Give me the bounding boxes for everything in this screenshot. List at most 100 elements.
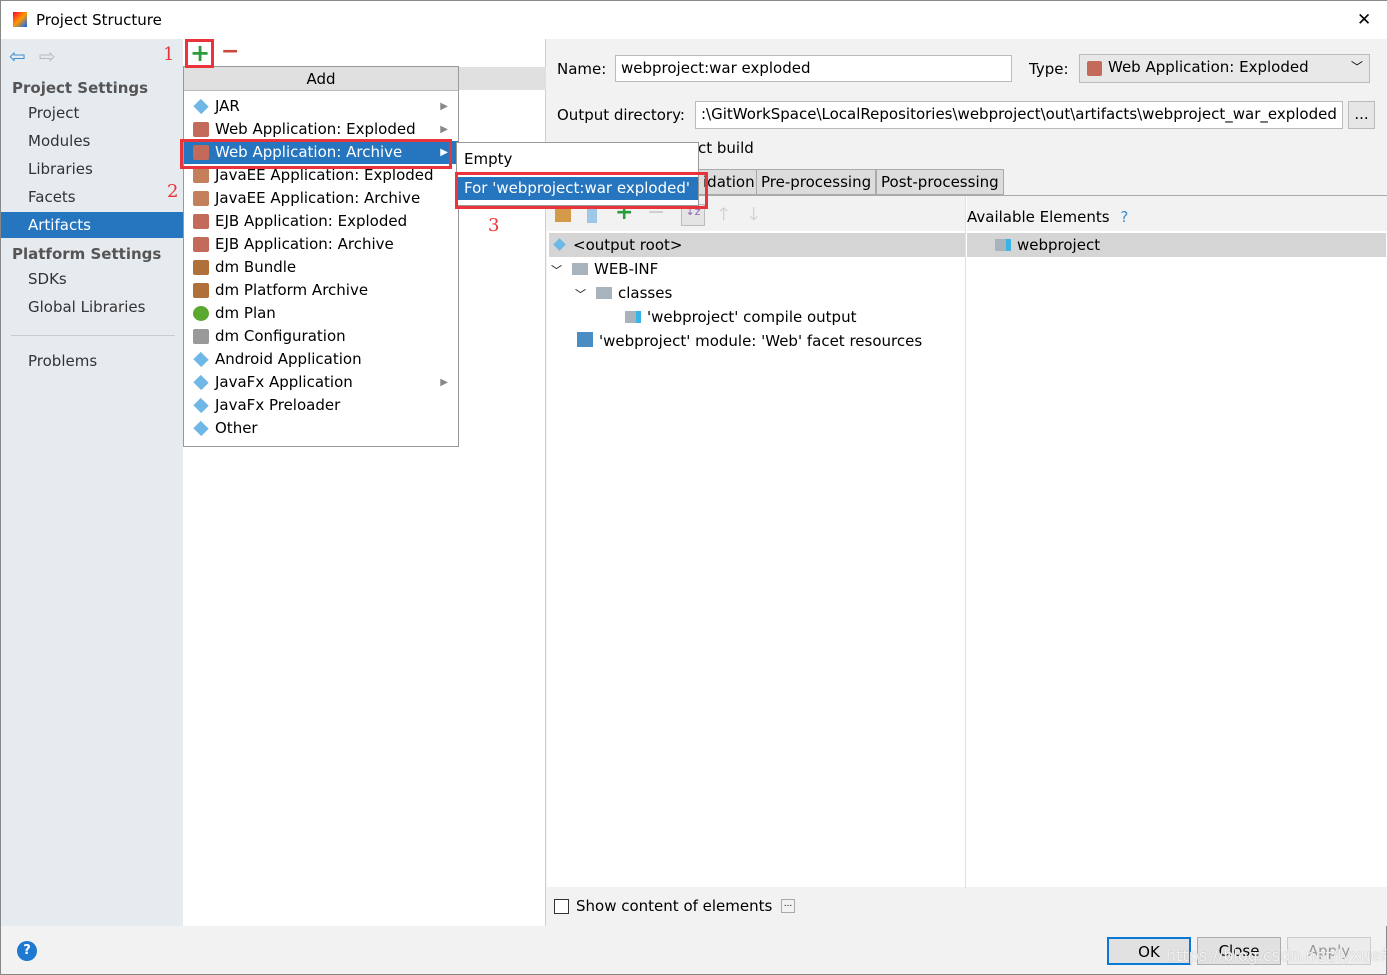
chevron-right-icon: ▶: [440, 124, 448, 135]
menu-item-ejb-application-archive[interactable]: EJB Application: Archive: [184, 233, 458, 256]
menu-item-label: EJB Application: Archive: [215, 235, 394, 253]
dm-config-icon: [193, 329, 209, 344]
tree-row-label: 'webproject' module: 'Web' facet resourc…: [599, 332, 923, 350]
close-icon[interactable]: ✕: [1357, 10, 1371, 30]
sidebar-item-global-libraries[interactable]: Global Libraries: [1, 294, 183, 320]
menu-item-jar[interactable]: JAR ▶: [184, 95, 458, 118]
help-button[interactable]: ?: [17, 941, 37, 961]
add-archive-icon[interactable]: [587, 207, 597, 223]
menu-item-dm-configuration[interactable]: dm Configuration: [184, 325, 458, 348]
menu-item-android-application[interactable]: Android Application: [184, 348, 458, 371]
menu-item-dm-bundle[interactable]: dm Bundle: [184, 256, 458, 279]
sidebar-item-artifacts[interactable]: Artifacts: [1, 212, 183, 238]
folder-icon: [596, 287, 612, 299]
show-content-options-button[interactable]: ...: [781, 899, 795, 913]
javaee-icon: [193, 168, 209, 183]
move-down-icon[interactable]: 🡓: [749, 202, 758, 232]
chevron-down-icon: ﹀: [1350, 60, 1363, 74]
menu-item-label: JavaFx Preloader: [215, 396, 341, 414]
menu-item-label: Other: [215, 419, 258, 437]
add-menu: Add JAR ▶ Web Application: Exploded ▶ Web Ap…: [183, 66, 459, 447]
dm-bundle-icon: [193, 260, 209, 275]
tree-row[interactable]: ﹀ WEB-INF: [549, 257, 658, 281]
web-facet-icon: [577, 332, 593, 347]
chevron-down-icon[interactable]: ﹀: [551, 264, 562, 277]
tab-pre-processing[interactable]: Pre-processing: [756, 169, 877, 195]
back-icon[interactable]: ⇦: [9, 44, 26, 68]
menu-item-web-application-exploded[interactable]: Web Application: Exploded ▶: [184, 118, 458, 141]
sidebar-item-problems[interactable]: Problems: [1, 348, 183, 374]
remove-button[interactable]: −: [221, 39, 239, 64]
tree-row[interactable]: ﹀ classes: [575, 281, 672, 305]
forward-icon[interactable]: ⇨: [39, 44, 56, 68]
type-label: Type:: [1029, 60, 1069, 78]
menu-item-javafx-preloader[interactable]: JavaFx Preloader: [184, 394, 458, 417]
menu-item-label: JavaFx Application: [215, 373, 353, 391]
menu-item-label: Android Application: [215, 350, 362, 368]
name-input[interactable]: webproject:war exploded: [615, 55, 1012, 82]
chevron-right-icon: ▶: [440, 377, 448, 388]
menu-item-javaee-application-archive[interactable]: JavaEE Application: Archive: [184, 187, 458, 210]
menu-item-dm-platform-archive[interactable]: dm Platform Archive: [184, 279, 458, 302]
list-header: [458, 67, 546, 90]
annotation-number-1: 1: [163, 44, 175, 65]
available-element-label: webproject: [1017, 236, 1101, 254]
watermark: https://blog.csdn.net/lyxuefeng: [1166, 946, 1387, 965]
tree-row[interactable]: 'webproject' compile output: [625, 305, 856, 329]
sidebar: ⇦ ⇨ Project Settings Project Modules Lib…: [1, 39, 183, 926]
dm-bundle-icon: [193, 283, 209, 298]
menu-item-label: dm Plan: [215, 304, 276, 322]
submenu-item-empty[interactable]: Empty: [457, 148, 698, 171]
platform-settings-heading: Platform Settings: [12, 245, 162, 263]
sidebar-item-libraries[interactable]: Libraries: [1, 156, 183, 182]
web-app-icon: [1087, 61, 1102, 76]
help-icon[interactable]: ?: [1120, 208, 1128, 226]
tree-row-label: <output root>: [573, 236, 683, 254]
jar-icon: [193, 98, 209, 115]
jar-icon: [193, 374, 209, 391]
output-directory-label: Output directory:: [557, 106, 685, 124]
tree-row-label: WEB-INF: [594, 260, 659, 278]
show-content-checkbox[interactable]: [554, 899, 569, 914]
show-content-label: Show content of elements: [576, 897, 773, 915]
type-dropdown[interactable]: Web Application: Exploded ﹀: [1079, 54, 1370, 83]
sidebar-item-facets[interactable]: Facets: [1, 184, 183, 210]
dm-plan-icon: [193, 306, 209, 321]
menu-item-javafx-application[interactable]: JavaFx Application ▶: [184, 371, 458, 394]
project-settings-heading: Project Settings: [12, 79, 149, 97]
output-layout-panel: + − ↓z 🡑 🡓 Available Elements ? <output …: [547, 195, 1387, 888]
build-checkbox-label[interactable]: ct build: [698, 139, 754, 157]
tree-row-label: 'webproject' compile output: [647, 308, 857, 326]
menu-item-label: EJB Application: Exploded: [215, 212, 408, 230]
available-element[interactable]: webproject: [967, 233, 1386, 257]
sidebar-item-modules[interactable]: Modules: [1, 128, 183, 154]
ejb-icon: [193, 237, 209, 252]
menu-item-ejb-application-exploded[interactable]: EJB Application: Exploded: [184, 210, 458, 233]
tree-row[interactable]: 'webproject' module: 'Web' facet resourc…: [577, 329, 922, 353]
divider: [11, 335, 175, 336]
window-title: Project Structure: [36, 11, 162, 29]
output-directory-input[interactable]: :\GitWorkSpace\LocalRepositories\webproj…: [695, 101, 1343, 129]
sidebar-item-sdks[interactable]: SDKs: [1, 266, 183, 292]
create-directory-icon[interactable]: [555, 208, 571, 222]
add-menu-header: Add: [184, 67, 458, 91]
sidebar-item-project[interactable]: Project: [1, 100, 183, 126]
jar-icon: [193, 420, 209, 437]
menu-item-label: dm Configuration: [215, 327, 346, 345]
title-bar: Project Structure ✕: [1, 1, 1387, 39]
tree-row[interactable]: <output root>: [549, 233, 965, 257]
browse-button[interactable]: ...: [1348, 101, 1375, 129]
move-up-icon[interactable]: 🡑: [719, 202, 728, 232]
menu-item-other[interactable]: Other: [184, 417, 458, 440]
divider: [965, 196, 966, 888]
menu-item-dm-plan[interactable]: dm Plan: [184, 302, 458, 325]
annotation-box-2: [180, 139, 452, 169]
folder-icon: [572, 263, 588, 275]
tree-row-label: classes: [618, 284, 673, 302]
web-app-icon: [193, 122, 209, 137]
chevron-down-icon[interactable]: ﹀: [575, 288, 586, 301]
tab-post-processing[interactable]: Post-processing: [876, 169, 1004, 195]
menu-item-label: JavaEE Application: Archive: [215, 189, 421, 207]
module-output-icon: [625, 311, 641, 323]
menu-item-label: dm Platform Archive: [215, 281, 369, 299]
